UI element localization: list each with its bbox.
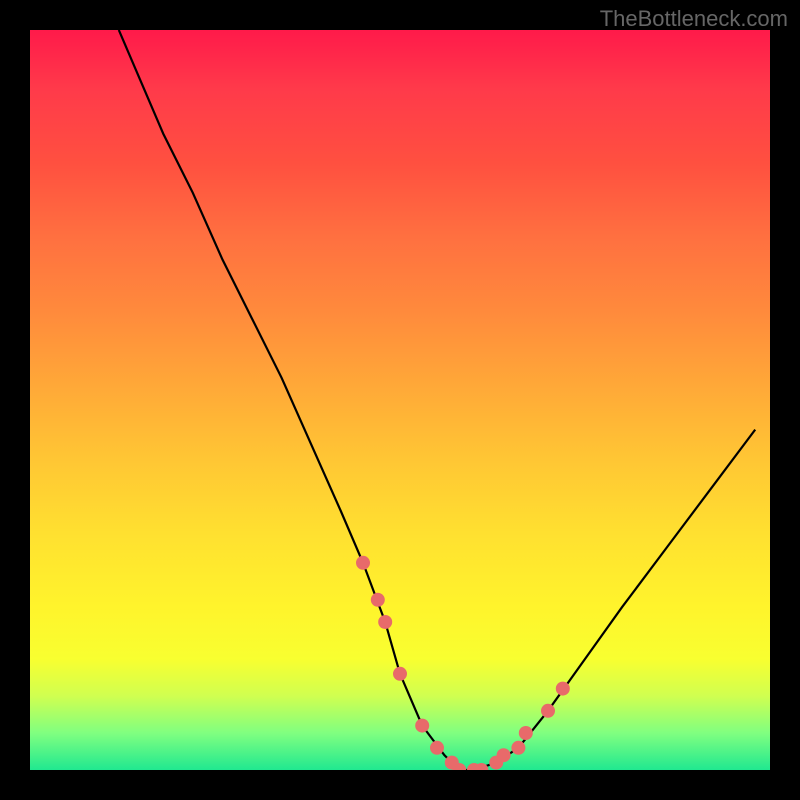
marker-point (371, 593, 385, 607)
bottleneck-curve (119, 30, 755, 770)
marker-point (378, 615, 392, 629)
marker-point (430, 741, 444, 755)
chart-svg (30, 30, 770, 770)
watermark-text: TheBottleneck.com (600, 6, 788, 32)
marker-point (497, 748, 511, 762)
marker-point (393, 667, 407, 681)
marker-point (511, 741, 525, 755)
curve-path-group (119, 30, 755, 770)
chart-plot-area (30, 30, 770, 770)
marker-point (556, 682, 570, 696)
marker-point (415, 719, 429, 733)
marker-point (356, 556, 370, 570)
marker-point (541, 704, 555, 718)
marker-point (519, 726, 533, 740)
highlight-markers (356, 556, 570, 770)
